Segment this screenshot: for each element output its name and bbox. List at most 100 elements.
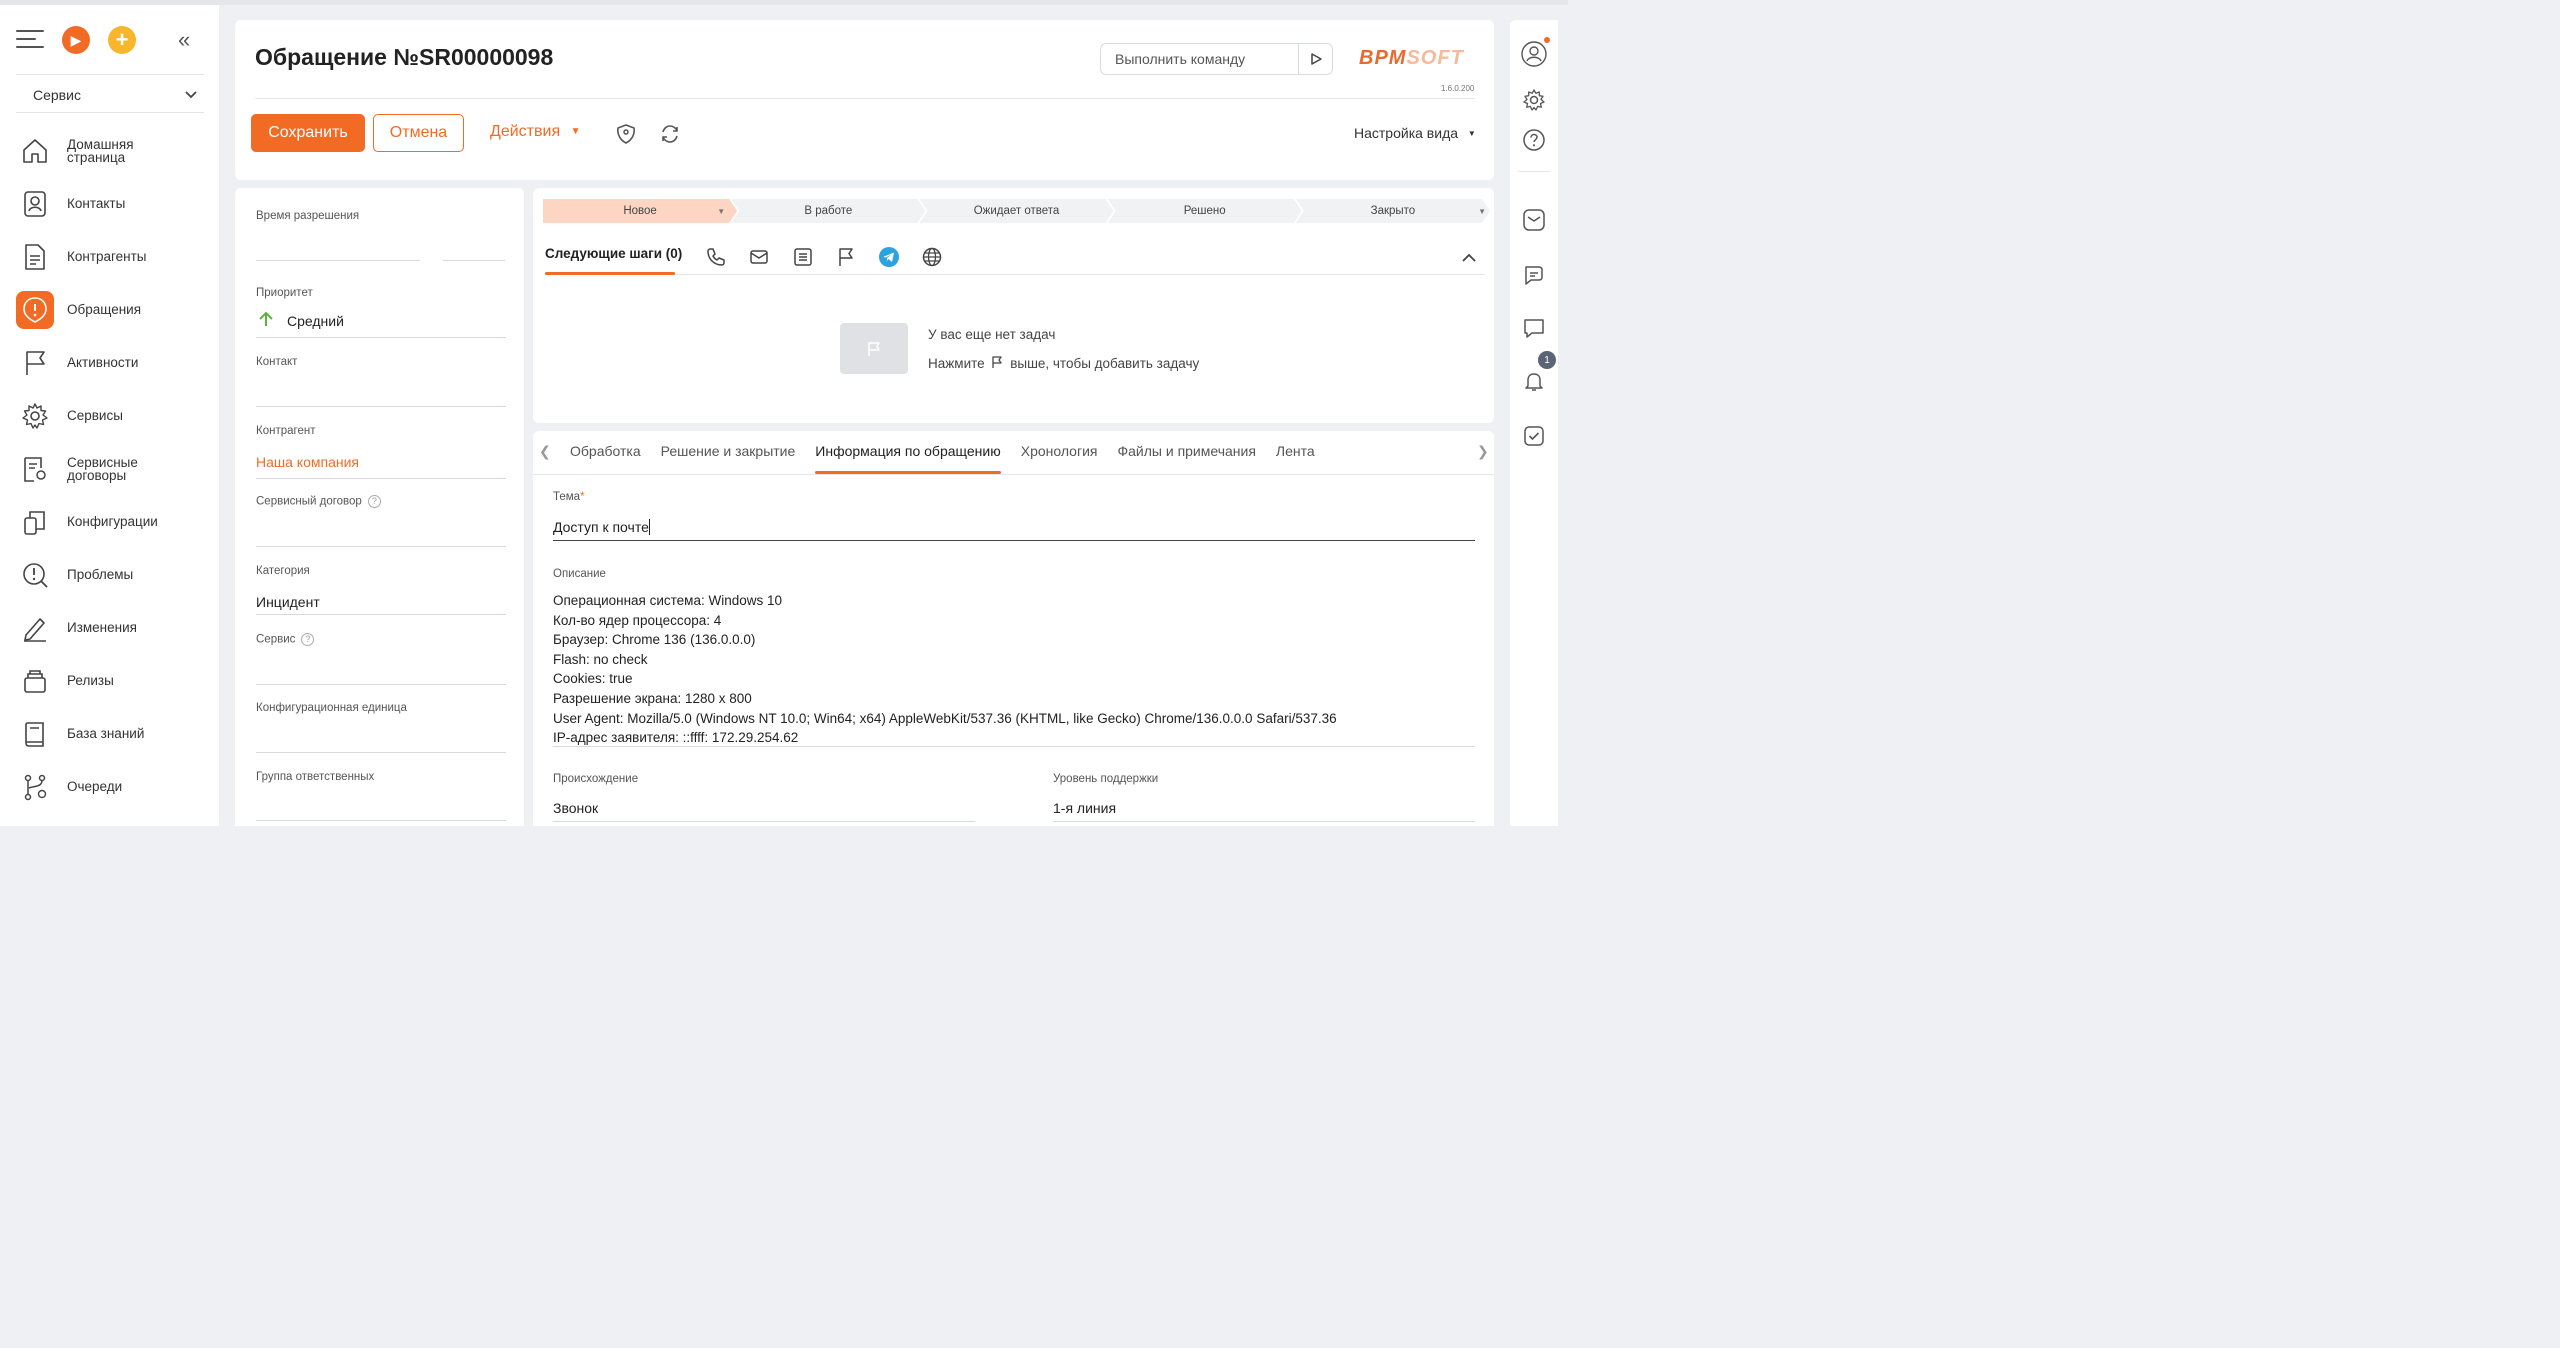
contact-label: Контакт bbox=[256, 356, 298, 368]
resolution-date-input[interactable] bbox=[256, 260, 420, 261]
tab-bar: Обработка Решение и закрытие Информация … bbox=[570, 443, 1335, 474]
subject-input[interactable]: Доступ к почте bbox=[553, 519, 650, 535]
logo-main: BPM bbox=[1359, 47, 1407, 69]
tab-feed[interactable]: Лента bbox=[1276, 443, 1315, 473]
resolution-hour-input[interactable] bbox=[443, 260, 505, 261]
sidebar-divider bbox=[16, 74, 204, 75]
command-placeholder: Выполнить команду bbox=[1115, 51, 1246, 67]
description-line: IP-адрес заявителя: ::ffff: 172.29.254.6… bbox=[553, 730, 799, 746]
stage-resolved[interactable]: Решено bbox=[1108, 199, 1302, 223]
sidebar-item-label: Конфигурации bbox=[67, 514, 158, 529]
telegram-icon[interactable] bbox=[878, 246, 900, 268]
email-icon[interactable] bbox=[748, 246, 770, 268]
sidebar-item-releases[interactable]: Релизы bbox=[16, 654, 204, 707]
sidebar-item-service-contracts[interactable]: Сервисные договоры bbox=[16, 442, 204, 495]
phone-icon[interactable] bbox=[705, 246, 727, 268]
description-label: Описание bbox=[553, 568, 606, 580]
save-button[interactable]: Сохранить bbox=[251, 114, 365, 152]
empty-tasks-hint: Нажмите выше, чтобы добавить задачу bbox=[928, 355, 1199, 371]
tab-files[interactable]: Файлы и примечания bbox=[1117, 443, 1255, 473]
version-label: 1.6.0.200 bbox=[1441, 84, 1475, 93]
sidebar-item-activities[interactable]: Активности bbox=[16, 336, 204, 389]
service-contract-input[interactable] bbox=[256, 546, 506, 547]
task-flag-icon[interactable] bbox=[835, 246, 857, 268]
view-settings-button[interactable]: Настройка вида ▼ bbox=[1354, 125, 1476, 141]
chat-icon[interactable] bbox=[1522, 263, 1546, 287]
stage-label: В работе bbox=[804, 205, 853, 217]
tab-resolution[interactable]: Решение и закрытие bbox=[661, 443, 796, 473]
tab-processing[interactable]: Обработка bbox=[570, 443, 641, 473]
origin-value[interactable]: Звонок bbox=[553, 800, 598, 816]
sidebar-item-changes[interactable]: Изменения bbox=[16, 601, 204, 654]
chevron-up-icon[interactable] bbox=[1461, 252, 1477, 264]
help-icon[interactable] bbox=[1522, 128, 1546, 152]
sidebar-item-configurations[interactable]: Конфигурации bbox=[16, 495, 204, 548]
cancel-button[interactable]: Отмена bbox=[373, 114, 464, 152]
sidebar-item-queues[interactable]: Очереди bbox=[16, 760, 204, 813]
service-input[interactable] bbox=[256, 684, 506, 685]
globe-icon[interactable] bbox=[921, 246, 943, 268]
sidebar-item-problems[interactable]: Проблемы bbox=[16, 548, 204, 601]
hamburger-menu-icon[interactable] bbox=[16, 27, 44, 51]
run-command-button[interactable] bbox=[1298, 44, 1332, 74]
collapse-sidebar-icon[interactable]: « bbox=[178, 27, 190, 53]
group-input[interactable] bbox=[256, 820, 506, 821]
stage-new[interactable]: Новое ▼ bbox=[543, 199, 737, 223]
priority-value[interactable]: Средний bbox=[287, 313, 344, 329]
tabs-scroll-right-icon[interactable]: ❯ bbox=[1477, 443, 1489, 460]
stage-closed[interactable]: Закрыто ▼ bbox=[1296, 199, 1490, 223]
service-contract-label-row: Сервисный договор? bbox=[256, 495, 381, 508]
resolution-time-label: Время разрешения bbox=[256, 210, 360, 222]
group-label: Группа ответственных bbox=[256, 771, 375, 783]
service-contract-label: Сервисный договор bbox=[256, 495, 362, 508]
support-level-value[interactable]: 1-я линия bbox=[1053, 800, 1116, 816]
sidebar-item-label: Контакты bbox=[67, 196, 126, 211]
next-steps-title[interactable]: Следующие шаги (0) bbox=[545, 246, 682, 261]
gear-icon[interactable] bbox=[1522, 88, 1546, 112]
help-icon[interactable]: ? bbox=[301, 633, 315, 646]
sidebar-item-contacts[interactable]: Контакты bbox=[16, 177, 204, 230]
account-link[interactable]: Наша компания bbox=[256, 454, 359, 470]
bell-icon[interactable] bbox=[1522, 369, 1546, 393]
workspace-selector[interactable]: Сервис bbox=[16, 79, 204, 111]
account-field-line bbox=[256, 478, 506, 479]
sidebar-top: ▶ + « bbox=[0, 5, 219, 75]
sidebar-item-accounts[interactable]: Контрагенты bbox=[16, 230, 204, 283]
stage-label: Ожидает ответа bbox=[973, 205, 1060, 217]
sidebar-item-label: Изменения bbox=[67, 620, 137, 635]
tabs-scroll-left-icon[interactable]: ❮ bbox=[539, 443, 551, 460]
priority-label: Приоритет bbox=[256, 287, 313, 299]
comment-icon[interactable] bbox=[1522, 316, 1546, 340]
help-icon[interactable]: ? bbox=[367, 495, 381, 508]
user-profile-icon[interactable] bbox=[1521, 41, 1547, 67]
next-steps-active-indicator bbox=[545, 272, 675, 275]
stage-in-progress[interactable]: В работе bbox=[731, 199, 925, 223]
bpmsoft-logo: BPMSOFT bbox=[1359, 47, 1464, 70]
config-item-input[interactable] bbox=[256, 752, 506, 753]
sidebar-divider bbox=[16, 112, 204, 113]
stage-waiting[interactable]: Ожидает ответа bbox=[919, 199, 1113, 223]
contact-input[interactable] bbox=[256, 406, 506, 407]
tab-timeline[interactable]: Хронология bbox=[1021, 443, 1098, 473]
play-process-icon[interactable]: ▶ bbox=[62, 26, 90, 54]
priority-field-line bbox=[256, 337, 506, 338]
sidebar-item-services[interactable]: Сервисы bbox=[16, 389, 204, 442]
tasks-check-icon[interactable] bbox=[1522, 424, 1546, 448]
description-textarea[interactable]: Операционная система: Windows 10 Кол-во … bbox=[553, 591, 1337, 748]
tag-icon[interactable] bbox=[614, 122, 638, 146]
refresh-icon[interactable] bbox=[658, 122, 682, 146]
sidebar-item-label: Релизы bbox=[67, 673, 114, 688]
add-record-icon[interactable]: + bbox=[108, 26, 136, 54]
notes-icon[interactable] bbox=[792, 246, 814, 268]
tabs-divider bbox=[533, 474, 1494, 475]
top-bar bbox=[0, 0, 1568, 5]
sidebar-item-home[interactable]: Домашняя страница bbox=[16, 124, 204, 177]
tab-case-info[interactable]: Информация по обращению bbox=[815, 443, 1002, 474]
stage-label: Решено bbox=[1183, 205, 1226, 217]
actions-button[interactable]: Действия ▼ bbox=[490, 123, 580, 141]
command-input[interactable]: Выполнить команду bbox=[1100, 43, 1333, 75]
sidebar-item-cases[interactable]: Обращения bbox=[16, 283, 204, 336]
email-icon[interactable] bbox=[1522, 208, 1546, 232]
category-value[interactable]: Инцидент bbox=[256, 594, 320, 610]
sidebar-item-knowledge-base[interactable]: База знаний bbox=[16, 707, 204, 760]
